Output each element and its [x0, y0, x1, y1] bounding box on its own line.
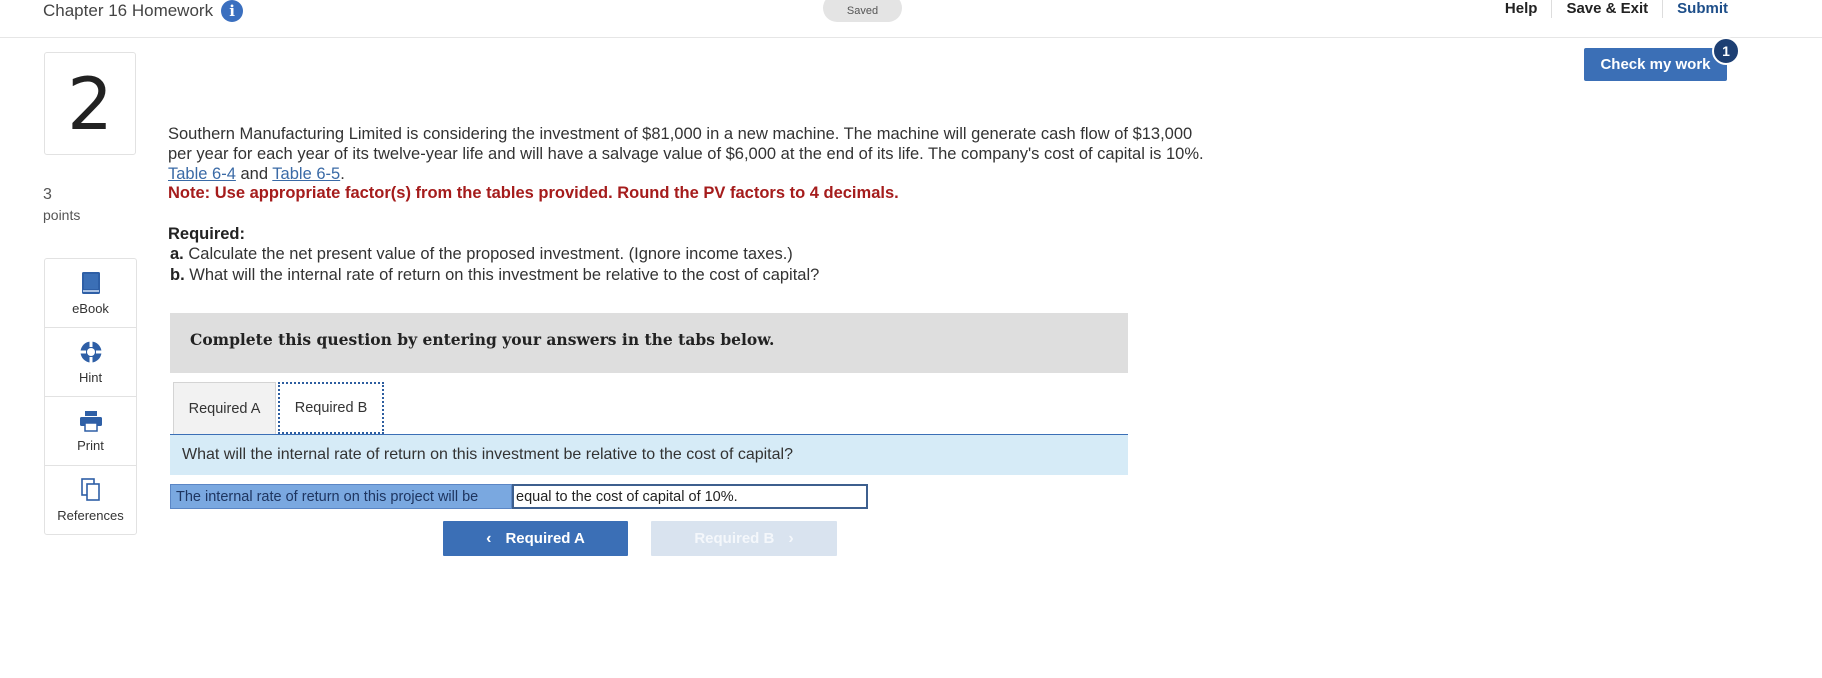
assignment-title: Chapter 16 Homework i	[43, 0, 244, 22]
problem-and: and	[235, 165, 273, 183]
problem-note: Note: Use appropriate factor(s) from the…	[168, 184, 899, 202]
references-button[interactable]: References	[45, 466, 136, 534]
problem-statement: Southern Manufacturing Limited is consid…	[168, 124, 1218, 184]
table-6-4-link[interactable]: Table 6-4	[168, 165, 236, 183]
documents-icon	[80, 477, 100, 501]
requirement-a-letter: a.	[170, 245, 184, 263]
tab-question-bar: What will the internal rate of return on…	[170, 435, 1128, 475]
required-heading: Required:	[168, 225, 246, 243]
printer-icon	[79, 410, 102, 432]
lifebuoy-icon	[79, 340, 102, 363]
submit-link[interactable]: Submit	[1663, 0, 1742, 18]
tab-required-a[interactable]: Required A	[173, 382, 276, 434]
ebook-button[interactable]: eBook	[45, 259, 136, 328]
help-link[interactable]: Help	[1491, 0, 1553, 18]
print-label: Print	[77, 437, 104, 453]
instruction-text: Complete this question by entering your …	[190, 330, 775, 349]
answer-dropdown[interactable]: equal to the cost of capital of 10%.	[512, 484, 868, 509]
question-number: 2	[44, 52, 136, 155]
table-6-5-link[interactable]: Table 6-5	[272, 165, 340, 183]
references-label: References	[57, 507, 124, 523]
assignment-title-text: Chapter 16 Homework	[43, 1, 214, 20]
requirement-b: b. What will the internal rate of return…	[170, 266, 819, 285]
attempts-badge: 1	[1712, 37, 1740, 65]
tab-question-text: What will the internal rate of return on…	[182, 446, 793, 463]
requirement-a: a. Calculate the net present value of th…	[170, 245, 793, 264]
print-button[interactable]: Print	[45, 397, 136, 466]
prev-required-a-button[interactable]: ‹ Required A	[443, 521, 628, 556]
problem-text: Southern Manufacturing Limited is consid…	[168, 125, 1204, 163]
prev-button-label: Required A	[505, 530, 585, 547]
saved-status-badge: Saved	[823, 0, 902, 22]
points-label: points	[43, 207, 81, 223]
requirement-b-text: What will the internal rate of return on…	[184, 266, 820, 284]
save-exit-link[interactable]: Save & Exit	[1552, 0, 1664, 18]
chevron-right-icon: ›	[788, 529, 794, 547]
chevron-left-icon: ‹	[486, 529, 492, 547]
ebook-label: eBook	[72, 300, 109, 316]
requirement-a-text: Calculate the net present value of the p…	[183, 245, 793, 263]
book-icon	[81, 271, 100, 294]
hint-button[interactable]: Hint	[45, 328, 136, 397]
points-value: 3	[43, 186, 52, 203]
info-icon[interactable]: i	[221, 0, 244, 22]
top-links: Help Save & Exit Submit	[1491, 0, 1742, 18]
problem-period: .	[340, 165, 345, 183]
tools-panel: eBook Hint Print References	[44, 258, 137, 535]
next-button-label: Required B	[694, 530, 775, 547]
answer-label: The internal rate of return on this proj…	[170, 484, 512, 509]
check-my-work-button[interactable]: Check my work	[1584, 48, 1727, 81]
tab-required-b[interactable]: Required B	[278, 382, 384, 434]
requirement-b-letter: b.	[170, 266, 185, 284]
hint-label: Hint	[78, 369, 103, 385]
top-bar: Chapter 16 Homework i Saved Help Save & …	[0, 0, 1822, 38]
next-required-b-button: Required B ›	[651, 521, 837, 556]
instruction-panel: Complete this question by entering your …	[170, 313, 1128, 373]
